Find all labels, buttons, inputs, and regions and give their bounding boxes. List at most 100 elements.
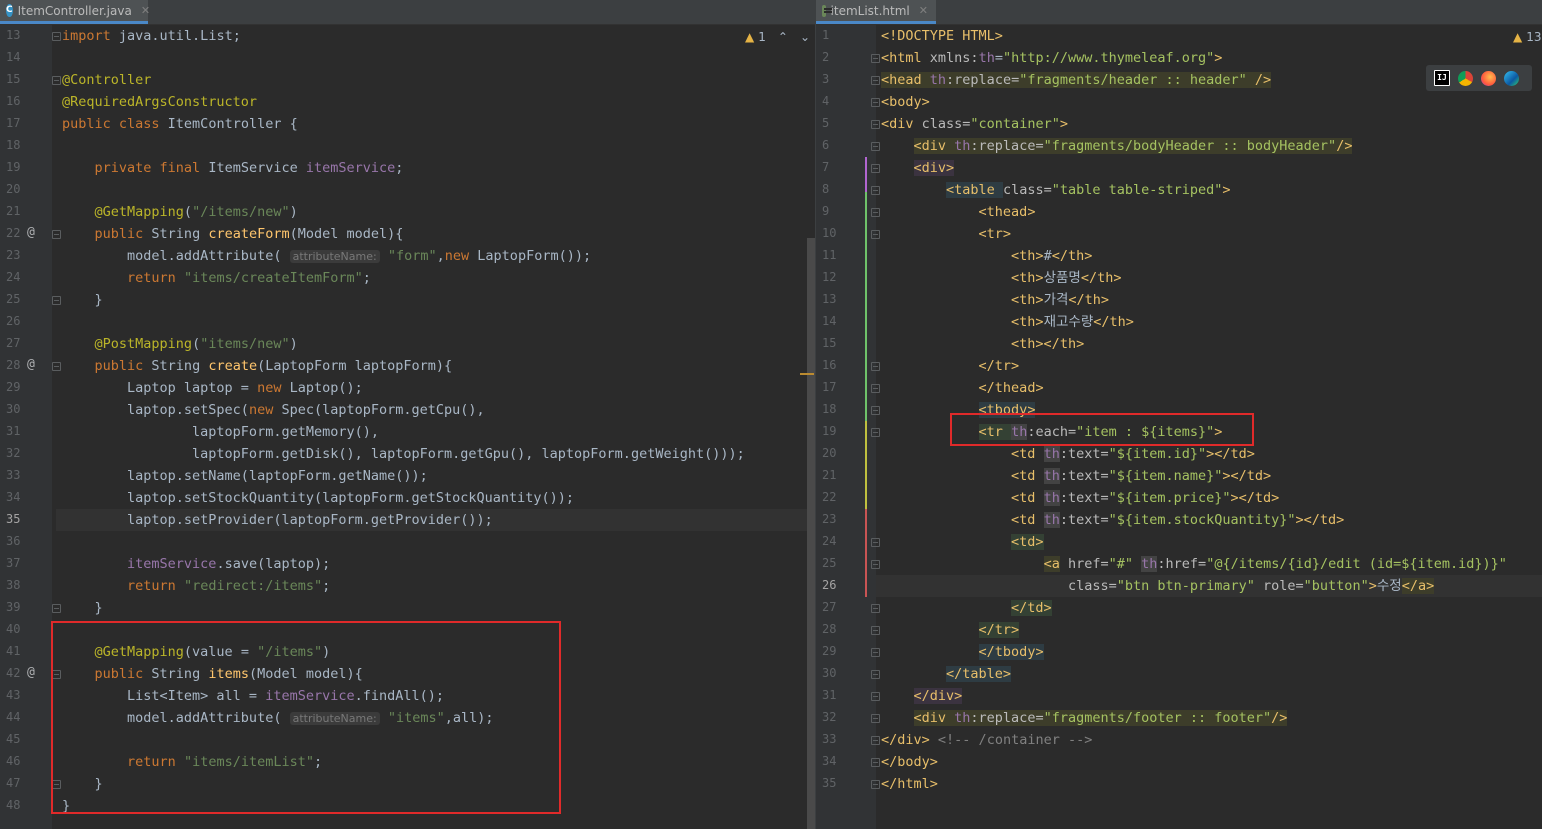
fold-icon[interactable] <box>871 230 880 239</box>
fold-icon[interactable] <box>871 736 880 745</box>
code-line[interactable]: 8 <table class="table table-striped"> <box>816 179 1542 201</box>
code-line[interactable]: 28 @ public String create(LaptopForm lapt… <box>0 355 815 377</box>
fold-icon[interactable] <box>871 406 880 415</box>
code-line[interactable]: 21 @GetMapping("/items/new") <box>0 201 815 223</box>
fold-icon[interactable] <box>871 670 880 679</box>
code-line[interactable]: 9 <thead> <box>816 201 1542 223</box>
code-line[interactable]: 33 </div> <!-- /container --> <box>816 729 1542 751</box>
code-line[interactable]: 38 return "redirect:/items"; <box>0 575 815 597</box>
fold-icon[interactable] <box>871 208 880 217</box>
code-line[interactable]: 13 import java.util.List; <box>0 25 815 47</box>
code-line[interactable]: 24 <td> <box>816 531 1542 553</box>
code-line[interactable]: 34 laptop.setStockQuantity(laptopForm.ge… <box>0 487 815 509</box>
code-line[interactable]: 32 <div th:replace="fragments/footer :: … <box>816 707 1542 729</box>
left-scrollbar[interactable] <box>807 238 815 829</box>
code-line[interactable]: 33 laptop.setName(laptopForm.getName()); <box>0 465 815 487</box>
code-line[interactable]: 5 <div class="container"> <box>816 113 1542 135</box>
fold-icon[interactable] <box>871 142 880 151</box>
close-tab-icon[interactable]: ✕ <box>141 4 150 17</box>
fold-icon[interactable] <box>871 560 880 569</box>
code-line[interactable]: 39 } <box>0 597 815 619</box>
fold-icon[interactable] <box>871 758 880 767</box>
fold-icon[interactable] <box>52 296 61 305</box>
fold-icon[interactable] <box>871 714 880 723</box>
code-line[interactable]: 36 <box>0 531 815 553</box>
code-line[interactable]: 14 <box>0 47 815 69</box>
code-line[interactable]: 37 itemService.save(laptop); <box>0 553 815 575</box>
fold-icon[interactable] <box>871 780 880 789</box>
code-line[interactable]: 26 <box>0 311 815 333</box>
code-line[interactable]: 16 </tr> <box>816 355 1542 377</box>
code-line[interactable]: 18 <box>0 135 815 157</box>
code-line[interactable]: 6 <div th:replace="fragments/bodyHeader … <box>816 135 1542 157</box>
code-line[interactable]: 14 <th>재고수량</th> <box>816 311 1542 333</box>
fold-icon[interactable] <box>871 538 880 547</box>
fold-icon[interactable] <box>871 76 880 85</box>
close-tab-icon[interactable]: ✕ <box>919 4 928 17</box>
code-line[interactable]: 19 private final ItemService itemService… <box>0 157 815 179</box>
code-line[interactable]: 15 @Controller <box>0 69 815 91</box>
code-line[interactable]: 15 <th></th> <box>816 333 1542 355</box>
code-line[interactable]: 23 <td th:text="${item.stockQuantity}"><… <box>816 509 1542 531</box>
fold-icon[interactable] <box>871 186 880 195</box>
fold-icon[interactable] <box>871 362 880 371</box>
fold-icon[interactable] <box>871 164 880 173</box>
code-line[interactable]: 2 <html xmlns:th="http://www.thymeleaf.or… <box>816 47 1542 69</box>
code-line[interactable]: 16 @RequiredArgsConstructor <box>0 91 815 113</box>
code-line[interactable]: 12 <th>상품명</th> <box>816 267 1542 289</box>
code-line[interactable]: 34 </body> <box>816 751 1542 773</box>
code-line[interactable]: 4 <body> <box>816 91 1542 113</box>
implemented-method-icon[interactable]: @ <box>27 665 35 680</box>
code-line[interactable]: 23 model.addAttribute( attributeName: "f… <box>0 245 815 267</box>
code-line[interactable]: 11 <th>#</th> <box>816 245 1542 267</box>
fold-icon[interactable] <box>871 626 880 635</box>
code-line[interactable]: 35 laptop.setProvider(laptopForm.getProv… <box>0 509 815 531</box>
fold-icon[interactable] <box>871 98 880 107</box>
code-line[interactable]: 29 Laptop laptop = new Laptop(); <box>0 377 815 399</box>
code-line[interactable]: 25 } <box>0 289 815 311</box>
code-line[interactable]: 21 <td th:text="${item.name}"></td> <box>816 465 1542 487</box>
implemented-method-icon[interactable]: @ <box>27 357 35 372</box>
tab-item-controller[interactable]: C ItemController.java ✕ <box>0 0 150 24</box>
code-line[interactable]: 17 public class ItemController { <box>0 113 815 135</box>
code-line[interactable]: 17 </thead> <box>816 377 1542 399</box>
tab-item-list[interactable]: itemList.html ✕ <box>816 0 936 24</box>
code-line[interactable]: 29 </tbody> <box>816 641 1542 663</box>
code-line[interactable]: 25 <a href="#" th:href="@{/items/{id}/ed… <box>816 553 1542 575</box>
code-line[interactable]: 31 </div> <box>816 685 1542 707</box>
fold-icon[interactable] <box>52 230 61 239</box>
fold-icon[interactable] <box>871 604 880 613</box>
fold-icon[interactable] <box>52 362 61 371</box>
fold-icon[interactable] <box>871 54 880 63</box>
fold-icon[interactable] <box>871 384 880 393</box>
code-line[interactable]: 30 laptop.setSpec(new Spec(laptopForm.ge… <box>0 399 815 421</box>
code-line[interactable]: 27 </td> <box>816 597 1542 619</box>
code-line[interactable]: 24 return "items/createItemForm"; <box>0 267 815 289</box>
code-line[interactable]: 22 @ public String createForm(Model model… <box>0 223 815 245</box>
fold-icon[interactable] <box>52 76 61 85</box>
fold-icon[interactable] <box>871 648 880 657</box>
fold-icon[interactable] <box>871 120 880 129</box>
code-line[interactable]: 35 </html> <box>816 773 1542 795</box>
code-line[interactable]: 3 <head th:replace="fragments/header :: h… <box>816 69 1542 91</box>
code-line[interactable]: 20 <td th:text="${item.id}"></td> <box>816 443 1542 465</box>
fold-icon[interactable] <box>871 428 880 437</box>
code-line[interactable]: 10 <tr> <box>816 223 1542 245</box>
code-line[interactable]: 30 </table> <box>816 663 1542 685</box>
code-line[interactable]: 7 <div> <box>816 157 1542 179</box>
fold-icon[interactable] <box>52 604 61 613</box>
fold-icon[interactable] <box>52 32 61 41</box>
fold-icon[interactable] <box>871 692 880 701</box>
code-line[interactable]: 1 <!DOCTYPE HTML> <box>816 25 1542 47</box>
code-line[interactable]: 22 <td th:text="${item.price}"></td> <box>816 487 1542 509</box>
code-line[interactable]: 20 <box>0 179 815 201</box>
implemented-method-icon[interactable]: @ <box>27 225 35 240</box>
code-line[interactable]: 32 laptopForm.getDisk(), laptopForm.getG… <box>0 443 815 465</box>
code-line[interactable]: 26 class="btn btn-primary" role="button"… <box>816 575 1542 597</box>
code-line[interactable]: 27 @PostMapping("items/new") <box>0 333 815 355</box>
code-text: <th>#</th> <box>1011 248 1093 264</box>
code-line[interactable]: 28 </tr> <box>816 619 1542 641</box>
code-line[interactable]: 31 laptopForm.getMemory(), <box>0 421 815 443</box>
line-number: 6 <box>822 138 830 152</box>
code-line[interactable]: 13 <th>가격</th> <box>816 289 1542 311</box>
